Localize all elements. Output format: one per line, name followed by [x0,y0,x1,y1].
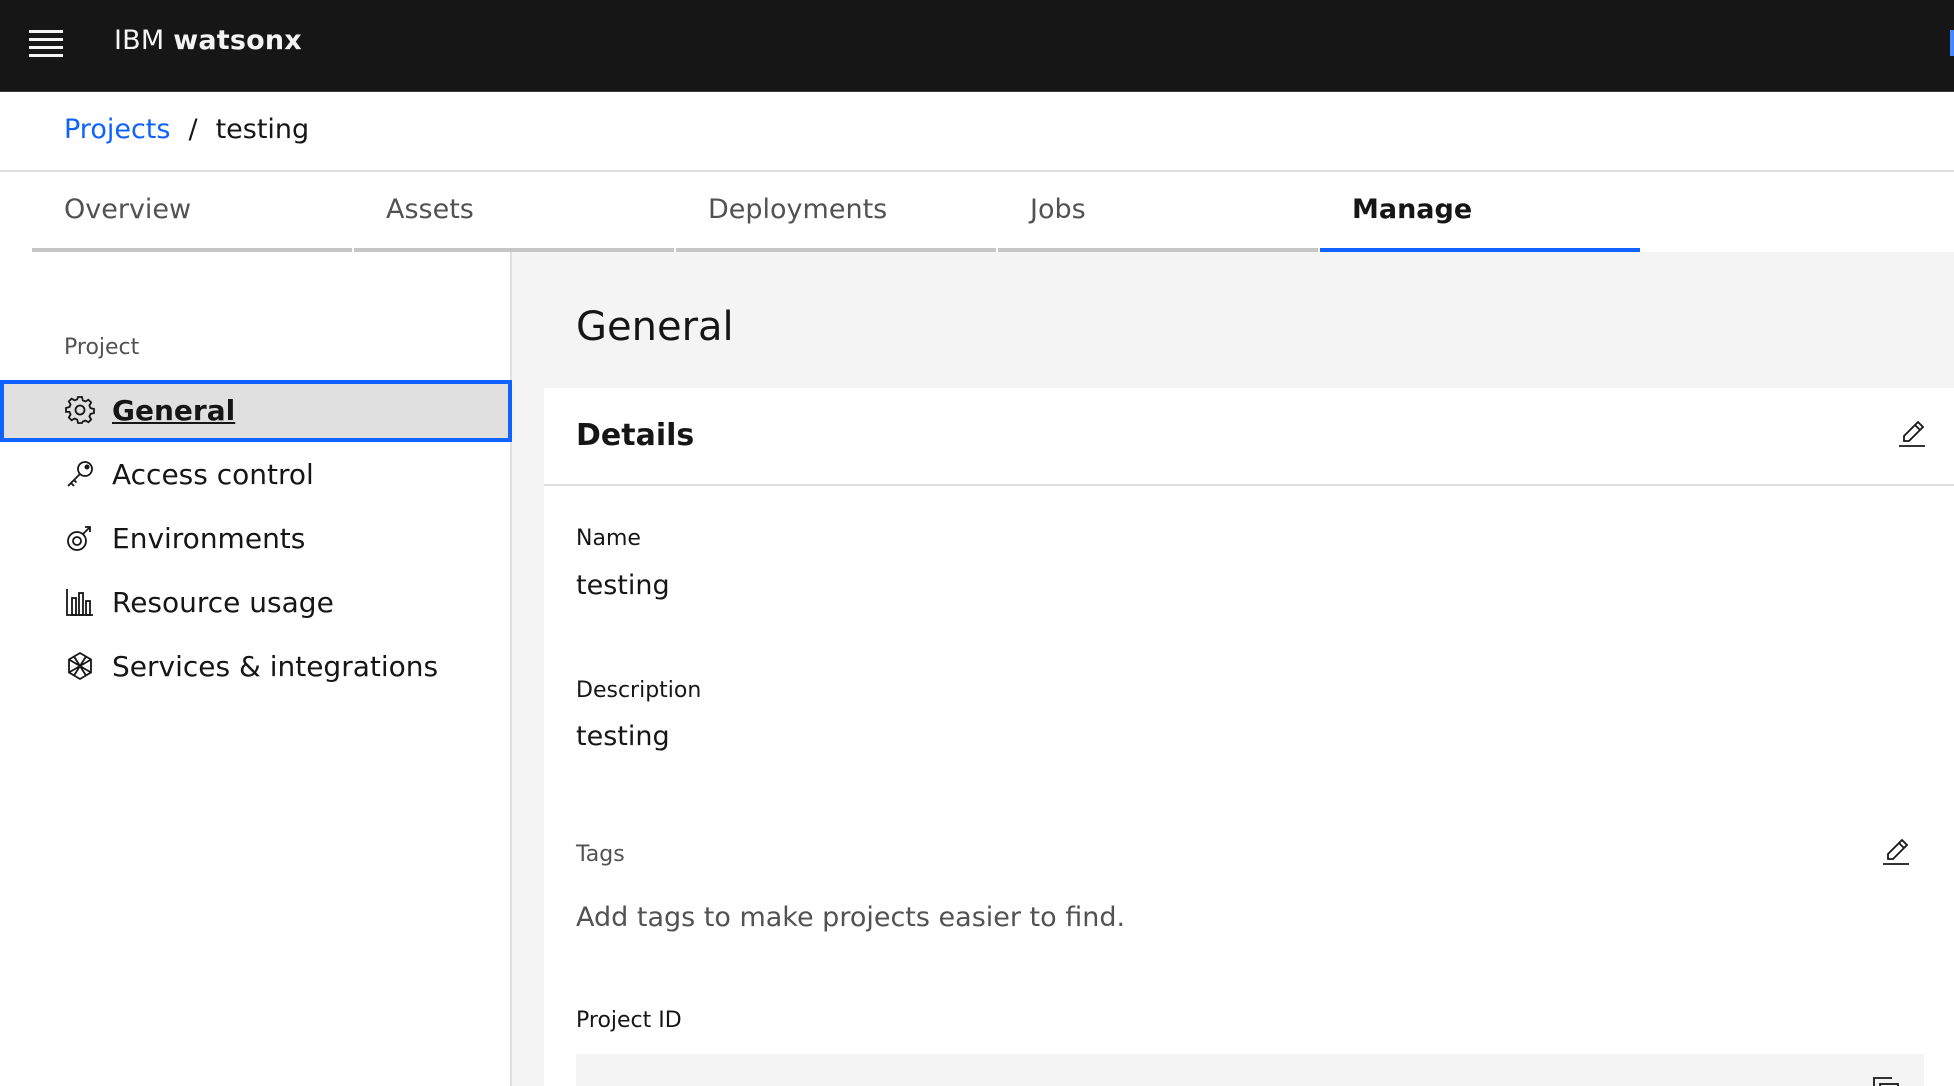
tags-label: Tags [576,842,625,867]
sidebar-item-services-integrations-label: Services & integrations [112,650,439,683]
tab-overview[interactable]: Overview [32,172,352,252]
name-value: testing [576,570,670,601]
breadcrumb-separator: / [188,114,198,145]
hamburger-menu-icon[interactable] [29,30,65,58]
sidebar-item-environments[interactable]: Environments [0,508,512,570]
details-card-header: Details [544,388,1954,486]
brand-product: watsonx [173,25,302,56]
details-title: Details [576,418,695,453]
name-label: Name [576,526,641,551]
integrations-icon [64,650,96,682]
breadcrumb: Projects / testing [64,114,309,145]
header-edge-indicator [1950,30,1954,56]
sidebar-item-general[interactable]: General [0,380,512,442]
copy-icon[interactable] [1870,1074,1902,1086]
breadcrumb-current: testing [215,114,310,145]
tab-jobs-label: Jobs [1030,194,1086,225]
project-tabs: Overview Assets Deployments Jobs Manage [0,172,1954,252]
sidebar-item-general-label: General [112,394,236,427]
brand-logo[interactable]: IBM watsonx [114,25,302,56]
tab-assets[interactable]: Assets [354,172,674,252]
tab-manage-label: Manage [1352,194,1473,225]
tags-hint: Add tags to make projects easier to find… [576,902,1126,933]
tab-deployments-label: Deployments [708,194,888,225]
tab-assets-label: Assets [386,194,474,225]
pencil-icon [1896,420,1928,454]
sidebar-item-services-integrations[interactable]: Services & integrations [0,636,512,698]
breadcrumb-projects-link[interactable]: Projects [64,114,170,145]
sidebar-item-resource-usage[interactable]: Resource usage [0,572,512,634]
main-content: General Details Name testing Description… [512,252,1954,1086]
project-id-label: Project ID [576,1008,682,1033]
sidebar-item-resource-usage-label: Resource usage [112,586,334,619]
project-id-field[interactable] [576,1054,1924,1086]
description-label: Description [576,678,702,703]
details-card: Details Name testing Description testing… [544,388,1954,1086]
bar-chart-icon [64,586,96,618]
sidebar-section-label: Project [64,335,140,360]
breadcrumb-bar: Projects / testing [0,92,1954,172]
brand-prefix: IBM [114,25,165,56]
sidebar-item-access-control-label: Access control [112,458,314,491]
gear-icon [64,394,96,426]
tab-manage[interactable]: Manage [1320,172,1640,252]
edit-tags-button[interactable] [1880,836,1920,876]
manage-sidebar: Project General Access control Environme… [0,252,512,1086]
sidebar-item-environments-label: Environments [112,522,306,555]
key-icon [64,458,96,490]
sidebar-item-access-control[interactable]: Access control [0,444,512,506]
edit-details-button[interactable] [1896,418,1936,458]
top-header: IBM watsonx [0,0,1954,92]
environments-icon [64,522,96,554]
pencil-icon [1880,838,1912,872]
tab-jobs[interactable]: Jobs [998,172,1318,252]
tab-overview-label: Overview [64,194,192,225]
tab-deployments[interactable]: Deployments [676,172,996,252]
description-value: testing [576,721,670,752]
page-title: General [576,304,734,350]
